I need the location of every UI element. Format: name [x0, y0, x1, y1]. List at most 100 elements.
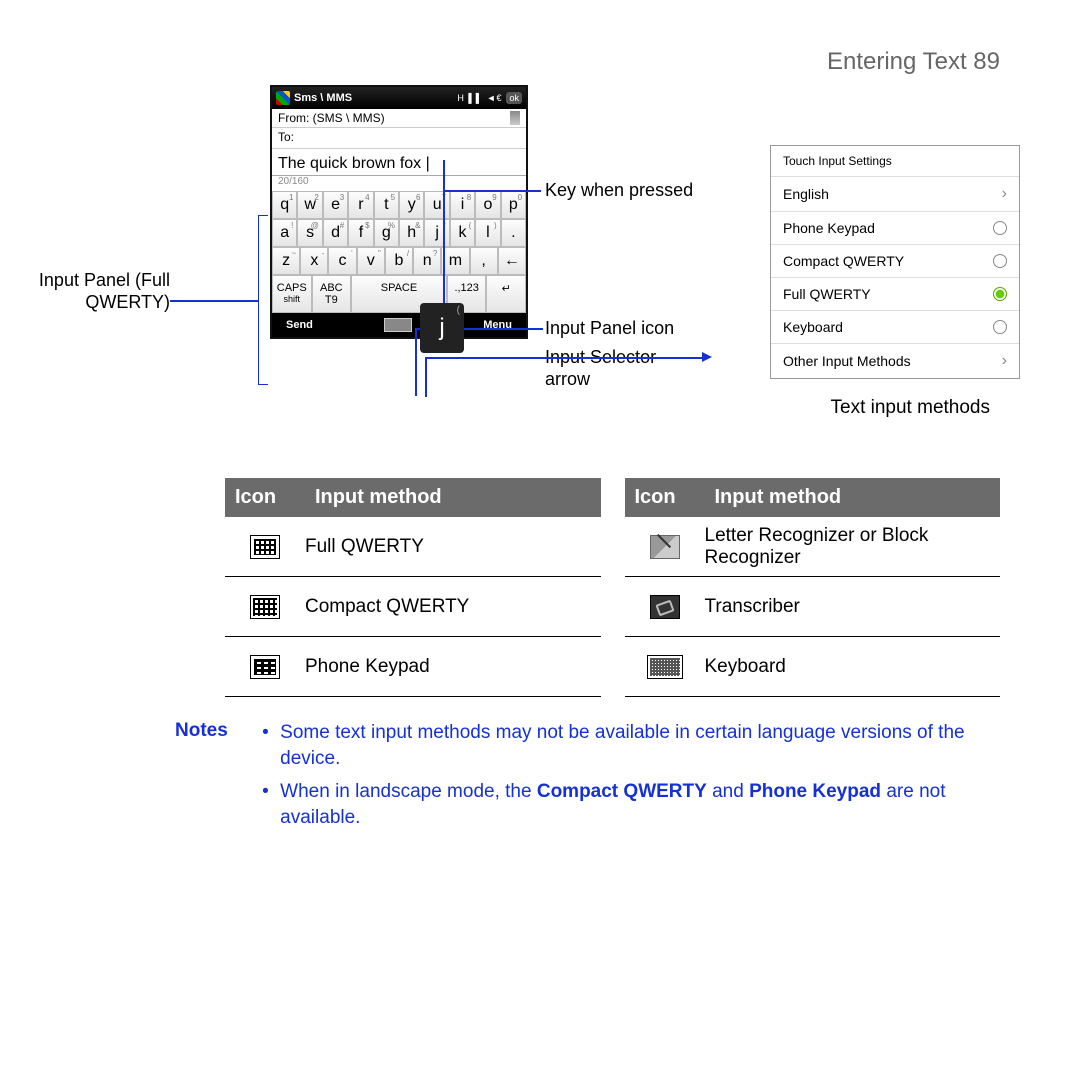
- col-icon: Icon: [225, 478, 305, 517]
- table-row: Compact QWERTY: [225, 577, 601, 637]
- start-icon[interactable]: [276, 91, 290, 105]
- ok-button[interactable]: ok: [506, 92, 522, 104]
- callout-key-pressed: Key when pressed: [545, 180, 693, 202]
- key[interactable]: t5: [374, 191, 399, 219]
- table-row: Keyboard: [625, 637, 1001, 697]
- leader-key-h: [443, 190, 541, 192]
- recog-icon: [650, 535, 680, 559]
- col-method: Input method: [305, 478, 601, 517]
- input-method-menu[interactable]: Touch Input SettingsEnglish›Phone Keypad…: [770, 145, 1020, 379]
- table-header: Icon Input method: [225, 478, 601, 517]
- menu-caption: Text input methods: [831, 397, 990, 420]
- key[interactable]: CAPSshift: [272, 275, 312, 313]
- table-row: Transcriber: [625, 577, 1001, 637]
- arrow-icon: [702, 352, 712, 362]
- key[interactable]: p0: [501, 191, 526, 219]
- message-body[interactable]: The quick brown fox |: [272, 149, 526, 176]
- menu-item[interactable]: English›: [771, 177, 1019, 212]
- note-item: When in landscape mode, the Compact QWER…: [262, 779, 1000, 830]
- menu-item[interactable]: Phone Keypad: [771, 212, 1019, 245]
- key[interactable]: l): [475, 219, 500, 247]
- key[interactable]: ,: [470, 247, 498, 275]
- left-table: Icon Input method Full QWERTY Compact QWE…: [225, 478, 601, 697]
- key[interactable]: c': [328, 247, 356, 275]
- method-label: Phone Keypad: [305, 652, 601, 682]
- key[interactable]: b/: [385, 247, 413, 275]
- method-label: Compact QWERTY: [305, 592, 601, 622]
- key[interactable]: i8: [450, 191, 475, 219]
- keypad-icon: [250, 655, 280, 679]
- callout-input-panel: Input Panel (Full QWERTY): [10, 270, 170, 313]
- key[interactable]: r4: [348, 191, 373, 219]
- key[interactable]: s@: [297, 219, 322, 247]
- icon-tables: Icon Input method Full QWERTY Compact QWE…: [225, 478, 1000, 697]
- key[interactable]: h&: [399, 219, 424, 247]
- key[interactable]: u7: [424, 191, 449, 219]
- key[interactable]: x-: [300, 247, 328, 275]
- table-row: Full QWERTY: [225, 517, 601, 577]
- key[interactable]: m: [441, 247, 469, 275]
- keyboard-panel[interactable]: q1w2e3r4t5y6u7i8o9p0 a!s@d#f$g%h&j*k(l). z…: [272, 191, 526, 313]
- page-header: Entering Text 89: [827, 48, 1000, 76]
- table-row: Phone Keypad: [225, 637, 601, 697]
- scrollbar[interactable]: [510, 111, 520, 125]
- key-popup: j(: [420, 303, 464, 353]
- leader-selector: [425, 357, 703, 359]
- key[interactable]: q1: [272, 191, 297, 219]
- phone-app-title: Sms \ MMS: [294, 92, 457, 104]
- note-item: Some text input methods may not be avail…: [262, 720, 1000, 771]
- key[interactable]: ABC T9: [312, 275, 352, 313]
- key[interactable]: ←: [498, 247, 526, 275]
- menu-item[interactable]: Full QWERTY: [771, 278, 1019, 311]
- notes-list: Some text input methods may not be avail…: [262, 720, 1000, 839]
- key[interactable]: g%: [374, 219, 399, 247]
- leader-input-panel: [170, 300, 258, 302]
- callout-panel-icon: Input Panel icon: [545, 318, 674, 340]
- key[interactable]: w2: [297, 191, 322, 219]
- softkey-send[interactable]: Send: [286, 319, 313, 331]
- notes-block: Notes Some text input methods may not be…: [175, 720, 1000, 839]
- key[interactable]: v": [357, 247, 385, 275]
- bracket-input-panel: [258, 215, 268, 385]
- method-label: Transcriber: [705, 592, 1001, 622]
- right-table: Icon Input method Letter Recognizer or B…: [625, 478, 1001, 697]
- leader-selector-v: [425, 357, 427, 397]
- key[interactable]: j*: [424, 219, 449, 247]
- phone-mockup: Sms \ MMS H ▌▌ ◄€ ok From: (SMS \ MMS) T…: [270, 85, 528, 339]
- menu-item[interactable]: Compact QWERTY: [771, 245, 1019, 278]
- to-field[interactable]: To:: [272, 128, 526, 149]
- key[interactable]: y6: [399, 191, 424, 219]
- char-counter: 20/160: [272, 176, 526, 191]
- key[interactable]: a!: [272, 219, 297, 247]
- method-label: Keyboard: [705, 652, 1001, 682]
- key[interactable]: f$: [348, 219, 373, 247]
- key[interactable]: d#: [323, 219, 348, 247]
- notes-label: Notes: [175, 720, 242, 839]
- input-panel-icon[interactable]: [384, 318, 412, 332]
- key[interactable]: k(: [450, 219, 475, 247]
- keyboard-icon: [647, 655, 683, 679]
- menu-item[interactable]: Other Input Methods›: [771, 344, 1019, 378]
- header-title: Entering Text: [827, 48, 967, 75]
- phone-status-icons: H ▌▌ ◄€: [457, 93, 502, 103]
- key[interactable]: z~: [272, 247, 300, 275]
- fullq-icon: [250, 535, 280, 559]
- method-label: Letter Recognizer or Block Recognizer: [705, 521, 1001, 573]
- key[interactable]: e3: [323, 191, 348, 219]
- key[interactable]: ↵: [486, 275, 526, 313]
- softkey-bar: Send Menu: [272, 313, 526, 337]
- compq-icon: [250, 595, 280, 619]
- callout-selector: Input Selector arrow: [545, 347, 705, 390]
- key[interactable]: n?: [413, 247, 441, 275]
- from-field: From: (SMS \ MMS): [272, 109, 526, 128]
- leader-panel-icon-v: [415, 328, 417, 396]
- table-header: Icon Input method: [625, 478, 1001, 517]
- key[interactable]: o9: [475, 191, 500, 219]
- table-row: Letter Recognizer or Block Recognizer: [625, 517, 1001, 577]
- key[interactable]: .: [501, 219, 526, 247]
- col-method: Input method: [705, 478, 1001, 517]
- diagram-area: Input Panel (Full QWERTY) Sms \ MMS H ▌▌…: [90, 85, 1020, 415]
- col-icon: Icon: [625, 478, 705, 517]
- menu-item[interactable]: Keyboard: [771, 311, 1019, 344]
- header-page-number: 89: [973, 48, 1000, 75]
